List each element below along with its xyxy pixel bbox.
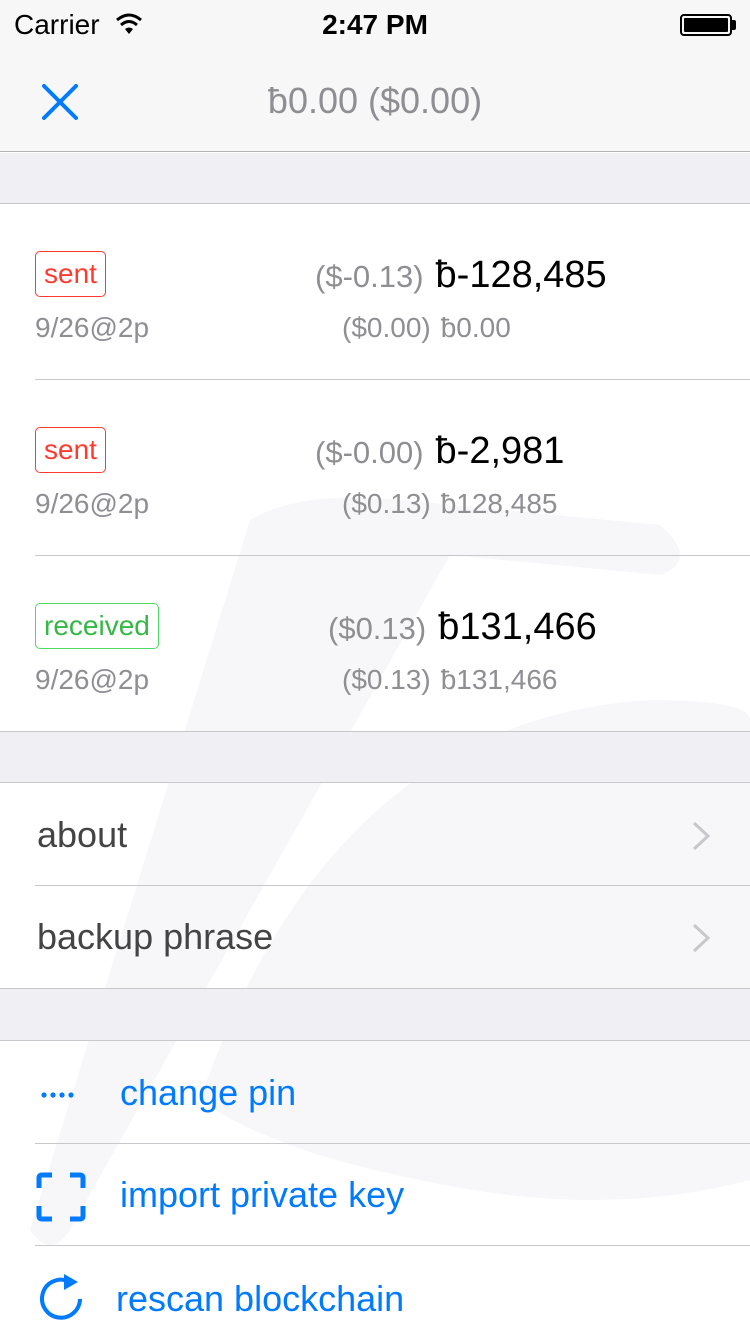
tx-type-badge: received <box>35 603 159 649</box>
tx-amount: ($-0.00) ƀ-2,981 <box>315 430 564 474</box>
section-separator <box>0 988 750 1041</box>
tx-date: 9/26@2p <box>35 488 150 519</box>
tx-balance-btc: ƀ128,485 <box>440 488 558 519</box>
tx-amount-usd: ($-0.13) <box>315 259 424 294</box>
scan-frame-icon <box>36 1172 86 1222</box>
tx-balance-btc: ƀ0.00 <box>440 312 511 343</box>
chevron-right-icon <box>692 923 711 953</box>
tx-type-badge: sent <box>35 427 106 473</box>
tx-balance-usd: ($0.13) <box>342 664 431 695</box>
tx-date: 9/26@2p <box>35 312 150 343</box>
transaction-row[interactable]: sent 9/26@2p ($-0.13) ƀ-128,485 ($0.00) … <box>0 204 750 380</box>
tx-balance: ($0.13) ƀ131,466 <box>342 664 558 696</box>
backup-phrase-label: backup phrase <box>37 916 274 957</box>
battery-icon <box>680 14 732 36</box>
tx-balance-usd: ($0.13) <box>342 488 431 519</box>
tx-amount-btc: ƀ-2,981 <box>435 430 565 472</box>
about-label: about <box>37 814 128 855</box>
tx-type-badge: sent <box>35 251 106 297</box>
section-separator <box>0 731 750 783</box>
backup-phrase-row[interactable]: backup phrase <box>0 886 750 988</box>
change-pin-label: change pin <box>120 1072 297 1113</box>
pin-dots-icon <box>41 1092 74 1098</box>
tx-amount-usd: ($-0.00) <box>315 435 424 470</box>
tx-balance-usd: ($0.00) <box>342 312 431 343</box>
import-private-key-row[interactable]: import private key <box>0 1144 750 1246</box>
tx-amount: ($-0.13) ƀ-128,485 <box>315 254 607 298</box>
transaction-row[interactable]: sent 9/26@2p ($-0.00) ƀ-2,981 ($0.13) ƀ1… <box>0 380 750 556</box>
change-pin-row[interactable]: change pin <box>0 1042 750 1144</box>
tx-date: 9/26@2p <box>35 664 150 695</box>
clock: 2:47 PM <box>322 9 428 40</box>
tx-balance: ($0.13) ƀ128,485 <box>342 488 558 520</box>
rescan-blockchain-label: rescan blockchain <box>116 1278 405 1319</box>
status-bar: Carrier 2:47 PM <box>0 0 750 50</box>
wallet-balance-title: ƀ0.00 ($0.00) <box>267 80 483 121</box>
tx-amount-btc: ƀ131,466 <box>438 606 597 648</box>
battery-tip <box>732 20 736 30</box>
section-separator <box>0 153 750 204</box>
transaction-row[interactable]: received 9/26@2p ($0.13) ƀ131,466 ($0.13… <box>0 556 750 732</box>
chevron-right-icon <box>692 821 711 851</box>
about-row[interactable]: about <box>0 784 750 886</box>
tx-balance: ($0.00) ƀ0.00 <box>342 312 511 344</box>
tx-balance-btc: ƀ131,466 <box>440 664 558 695</box>
nav-bar: ƀ0.00 ($0.00) <box>0 50 750 152</box>
tx-amount-usd: ($0.13) <box>328 611 427 646</box>
battery-fill <box>684 18 728 32</box>
settings-screen: Carrier 2:47 PM ƀ0.00 ($0.00) sent 9/26@… <box>0 0 750 1334</box>
refresh-icon <box>40 1274 82 1320</box>
tx-amount-btc: ƀ-128,485 <box>435 254 607 296</box>
import-private-key-label: import private key <box>120 1174 405 1215</box>
rescan-blockchain-row[interactable]: rescan blockchain <box>0 1246 750 1334</box>
tx-amount: ($0.13) ƀ131,466 <box>328 606 597 650</box>
